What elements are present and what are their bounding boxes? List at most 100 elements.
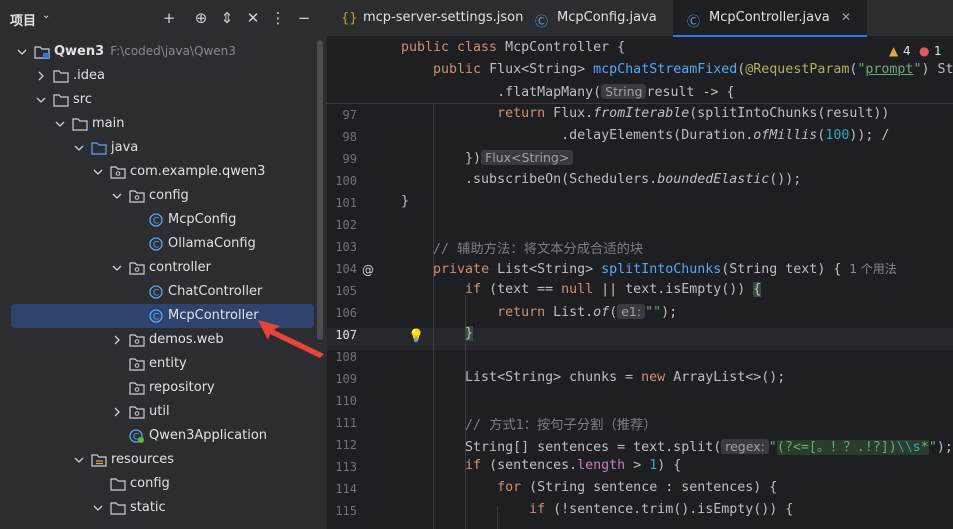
code-line-101: } bbox=[401, 194, 410, 209]
svg-text:C: C bbox=[153, 313, 159, 323]
folder-icon bbox=[53, 69, 69, 83]
tree-item-repository[interactable]: repository bbox=[0, 376, 327, 400]
chevron-down-icon[interactable] bbox=[16, 46, 28, 58]
tab-label: McpConfig.java bbox=[557, 10, 657, 25]
chevron-right-icon[interactable] bbox=[35, 70, 47, 82]
line-number[interactable]: 108 bbox=[327, 350, 357, 364]
tab-mcpconfig[interactable]: Ⓒ McpConfig.java bbox=[521, 0, 673, 37]
line-number[interactable]: 110 bbox=[327, 394, 357, 408]
json-icon: {} bbox=[341, 11, 358, 26]
tab-mcp-server-settings[interactable]: {} mcp-server-settings.json bbox=[327, 0, 524, 37]
spring-class-icon: C bbox=[129, 429, 145, 443]
usage-at-icon[interactable]: @ bbox=[362, 263, 374, 277]
package-icon bbox=[129, 333, 145, 347]
class-icon: C bbox=[148, 213, 164, 227]
more-options-icon[interactable]: ⋮ bbox=[268, 8, 288, 28]
tree-item-util[interactable]: util bbox=[0, 400, 327, 424]
code-line-105: if (text == null || text.isEmpty()) { bbox=[465, 282, 762, 297]
code-line-97: return Flux.fromIterable(splitIntoChunks… bbox=[497, 106, 890, 121]
tree-item-idea[interactable]: .idea bbox=[0, 64, 327, 88]
chevron-down-icon[interactable] bbox=[35, 94, 47, 106]
chevron-down-icon[interactable] bbox=[54, 118, 66, 130]
line-number[interactable]: 107 bbox=[327, 328, 357, 342]
tree-item-java[interactable]: java bbox=[0, 136, 327, 160]
errors-count[interactable]: 1 bbox=[934, 44, 942, 58]
warnings-count[interactable]: 4 bbox=[903, 44, 911, 58]
line-number[interactable]: 112 bbox=[327, 438, 357, 452]
hide-panel-icon[interactable]: − bbox=[294, 8, 314, 28]
code-line-98: .delayElements(Duration.ofMillis(100)); … bbox=[401, 128, 890, 143]
usages-hint[interactable]: 1 个用法 bbox=[849, 262, 896, 276]
code-line-111: // 方式1：按句子分割（推荐） bbox=[401, 414, 657, 433]
source-folder-icon bbox=[91, 141, 107, 155]
collapse-all-icon[interactable]: ✕ bbox=[243, 8, 263, 28]
expand-all-icon[interactable]: ⇕ bbox=[217, 8, 237, 28]
chevron-down-icon[interactable]: ⌄ bbox=[42, 10, 50, 21]
line-number[interactable]: 104 bbox=[327, 262, 357, 276]
code-line-115: if (!sentence.trim().isEmpty()) { bbox=[529, 502, 794, 517]
package-icon bbox=[129, 381, 145, 395]
tree-item-chatcontroller[interactable]: C ChatController bbox=[0, 280, 327, 304]
resources-folder-icon bbox=[91, 453, 107, 467]
tree-item-mcpconfig[interactable]: C McpConfig bbox=[0, 208, 327, 232]
line-number[interactable]: 100 bbox=[327, 174, 357, 188]
tree-item-config[interactable]: config bbox=[0, 184, 327, 208]
tree-item-label: config bbox=[130, 476, 170, 491]
tree-item-ollamaconfig[interactable]: C OllamaConfig bbox=[0, 232, 327, 256]
tree-item-label: demos.web bbox=[149, 332, 224, 347]
tree-item-resources[interactable]: resources bbox=[0, 448, 327, 472]
line-number[interactable]: 99 bbox=[327, 152, 357, 166]
line-number[interactable]: 114 bbox=[327, 482, 357, 496]
param-hint: e1: bbox=[617, 304, 646, 319]
tree-item-static[interactable]: static bbox=[0, 496, 327, 520]
chevron-right-icon[interactable] bbox=[111, 406, 123, 418]
chevron-down-icon[interactable] bbox=[73, 142, 85, 154]
tree-item-config[interactable]: config bbox=[0, 472, 327, 496]
warning-icon[interactable]: ▲ bbox=[889, 44, 898, 58]
line-number[interactable]: 106 bbox=[327, 306, 357, 320]
line-number[interactable]: 115 bbox=[327, 504, 357, 518]
tree-item-label: OllamaConfig bbox=[168, 236, 256, 251]
tree-scrollbar[interactable] bbox=[317, 40, 323, 340]
line-number[interactable]: 105 bbox=[327, 284, 357, 298]
line-number[interactable]: 113 bbox=[327, 460, 357, 474]
code-editor[interactable]: 2585959798991001011021031041051061071081… bbox=[327, 37, 953, 529]
lightbulb-icon[interactable]: 💡 bbox=[408, 329, 424, 344]
locate-icon[interactable]: ⊕ bbox=[191, 8, 211, 28]
tree-item-com-example-qwen3[interactable]: com.example.qwen3 bbox=[0, 160, 327, 184]
project-panel-header: 项目 ⌄ + ⊕ ⇕ ✕ ⋮ − bbox=[0, 0, 327, 36]
tab-label: mcp-server-settings.json bbox=[363, 10, 524, 25]
tree-item-qwen3application[interactable]: C Qwen3Application bbox=[0, 424, 327, 448]
tree-item-label: entity bbox=[149, 356, 187, 371]
folder-icon bbox=[72, 117, 88, 131]
svg-text:C: C bbox=[153, 217, 159, 227]
sticky-header: public class McpController { public Flux… bbox=[327, 37, 953, 104]
tree-item-src[interactable]: src bbox=[0, 88, 327, 112]
tree-item-label: Qwen3 F:\coded\java\Qwen3 bbox=[54, 44, 236, 59]
chevron-down-icon[interactable] bbox=[92, 166, 104, 178]
close-icon[interactable]: ✕ bbox=[841, 10, 851, 24]
tree-item-qwen3[interactable]: Qwen3 F:\coded\java\Qwen3 bbox=[0, 40, 327, 64]
line-number[interactable]: 102 bbox=[327, 218, 357, 232]
tree-item-label: McpConfig bbox=[168, 212, 237, 227]
chevron-down-icon[interactable] bbox=[111, 262, 123, 274]
line-number[interactable]: 98 bbox=[327, 130, 357, 144]
tree-item-main[interactable]: main bbox=[0, 112, 327, 136]
line-number[interactable]: 101 bbox=[327, 196, 357, 210]
tab-mcpcontroller[interactable]: Ⓒ McpController.java ✕ bbox=[673, 0, 867, 37]
line-number[interactable]: 109 bbox=[327, 372, 357, 386]
new-file-icon[interactable]: + bbox=[159, 8, 179, 28]
type-hint: Flux<String> bbox=[481, 150, 574, 165]
chevron-down-icon[interactable] bbox=[73, 454, 85, 466]
line-number[interactable]: 103 bbox=[327, 240, 357, 254]
line-number[interactable]: 111 bbox=[327, 416, 357, 430]
chevron-down-icon[interactable] bbox=[111, 190, 123, 202]
line-number[interactable]: 97 bbox=[327, 108, 357, 122]
class-icon: C bbox=[148, 309, 164, 323]
error-icon[interactable]: ● bbox=[919, 44, 929, 58]
tree-item-controller[interactable]: controller bbox=[0, 256, 327, 280]
chevron-down-icon[interactable] bbox=[92, 502, 104, 514]
tree-item-label: ChatController bbox=[168, 284, 263, 299]
chevron-right-icon[interactable] bbox=[111, 334, 123, 346]
project-panel-title[interactable]: 项目 bbox=[10, 10, 36, 29]
